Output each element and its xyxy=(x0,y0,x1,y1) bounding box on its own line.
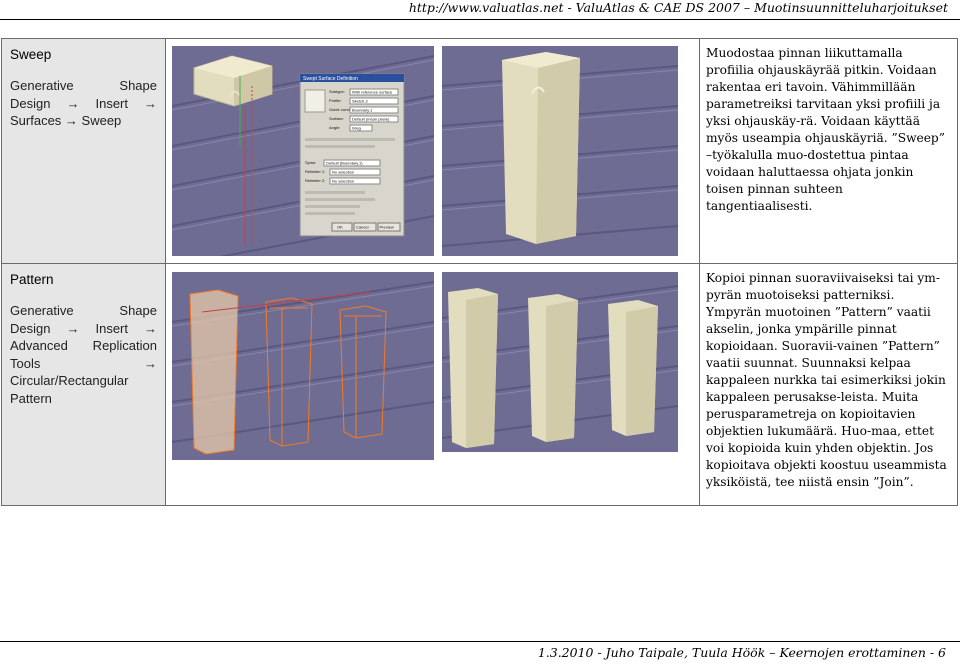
svg-text:Subtype:: Subtype: xyxy=(329,89,345,94)
svg-text:Relimiter 1:: Relimiter 1: xyxy=(305,169,325,174)
svg-text:Profile:: Profile: xyxy=(329,98,341,103)
svg-text:Relimiter 2:: Relimiter 2: xyxy=(305,178,325,183)
page-header: http://www.valuatlas.net - ValuAtlas & C… xyxy=(408,0,948,15)
sweep-screenshot-result xyxy=(442,46,678,256)
sweep-label-cell: Sweep Generative Shape Design → Insert →… xyxy=(1,38,166,264)
pattern-description-cell: Kopioi pinnan suoraviivaiseksi tai ym-py… xyxy=(699,263,958,506)
pattern-screenshot-result xyxy=(442,272,678,452)
pattern-screenshot-preview xyxy=(172,272,434,460)
sweep-screenshot-dialog: Swept Surface Definition Subtype: With r… xyxy=(172,46,434,256)
sweep-title: Sweep xyxy=(10,47,52,62)
table-row: Pattern Generative Shape Design → Insert… xyxy=(1,263,958,506)
svg-text:0deg: 0deg xyxy=(352,126,361,131)
dialog-cancel-button: Cancel xyxy=(356,225,369,230)
svg-text:Default (mean plane): Default (mean plane) xyxy=(352,117,390,122)
svg-text:No selection: No selection xyxy=(332,179,354,184)
svg-text:Guide curve:: Guide curve: xyxy=(329,107,352,112)
footer-rule xyxy=(0,641,960,642)
pattern-description: Kopioi pinnan suoraviivaiseksi tai ym-py… xyxy=(706,271,947,489)
sweep-description: Muodostaa pinnan liikuttamalla profiilia… xyxy=(706,46,945,213)
dialog-title: Swept Surface Definition xyxy=(303,76,358,82)
dialog-preview-button: Preview xyxy=(380,225,394,230)
svg-text:Default (Boundary.1): Default (Boundary.1) xyxy=(326,161,363,166)
svg-text:Sketch.3: Sketch.3 xyxy=(352,99,368,104)
dialog-ok-button: OK xyxy=(337,225,343,230)
sweep-images-cell: Swept Surface Definition Subtype: With r… xyxy=(165,38,700,264)
svg-text:Angle:: Angle: xyxy=(329,125,340,130)
table-row: Sweep Generative Shape Design → Insert →… xyxy=(1,38,958,264)
svg-text:Surface:: Surface: xyxy=(329,116,344,121)
svg-text:No selection: No selection xyxy=(332,170,354,175)
pattern-images-cell xyxy=(165,263,700,506)
page-footer: 1.3.2010 - Juho Taipale, Tuula Höök – Ke… xyxy=(537,645,946,660)
svg-text:Spine:: Spine: xyxy=(305,160,316,165)
sweep-description-cell: Muodostaa pinnan liikuttamalla profiilia… xyxy=(699,38,958,264)
sweep-menu-path: Generative Shape Design → Insert → Surfa… xyxy=(10,78,157,128)
svg-text:Boundary.1: Boundary.1 xyxy=(352,108,373,113)
content-table: Sweep Generative Shape Design → Insert →… xyxy=(1,38,958,506)
svg-text:With reference surface: With reference surface xyxy=(352,90,393,95)
pattern-menu-path: Generative Shape Design → Insert → Advan… xyxy=(10,303,157,406)
pattern-label-cell: Pattern Generative Shape Design → Insert… xyxy=(1,263,166,506)
pattern-title: Pattern xyxy=(10,272,54,287)
header-rule xyxy=(0,19,960,20)
